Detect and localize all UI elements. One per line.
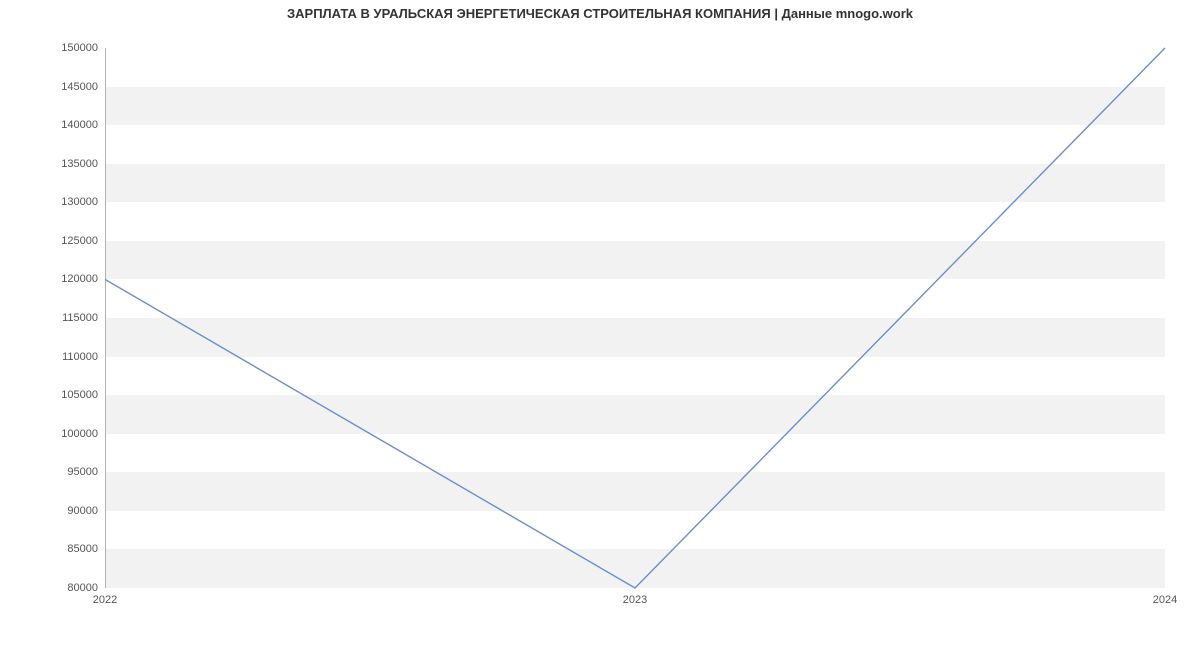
y-tick-label: 105000: [8, 389, 98, 401]
y-tick-label: 130000: [8, 196, 98, 208]
line-series: [105, 48, 1165, 588]
y-tick-label: 145000: [8, 81, 98, 93]
y-tick-label: 95000: [8, 466, 98, 478]
y-tick-label: 135000: [8, 158, 98, 170]
y-tick-label: 110000: [8, 351, 98, 363]
y-tick-label: 140000: [8, 119, 98, 131]
x-tick-label: 2023: [623, 594, 647, 606]
y-tick-label: 115000: [8, 312, 98, 324]
chart-title: ЗАРПЛАТА В УРАЛЬСКАЯ ЭНЕРГЕТИЧЕСКАЯ СТРО…: [0, 6, 1200, 21]
x-tick-label: 2024: [1153, 594, 1177, 606]
y-tick-label: 125000: [8, 235, 98, 247]
y-tick-label: 85000: [8, 543, 98, 555]
y-tick-label: 90000: [8, 505, 98, 517]
chart-container: ЗАРПЛАТА В УРАЛЬСКАЯ ЭНЕРГЕТИЧЕСКАЯ СТРО…: [0, 0, 1200, 650]
x-tick-label: 2022: [93, 594, 117, 606]
y-tick-label: 80000: [8, 582, 98, 594]
y-tick-label: 100000: [8, 428, 98, 440]
y-tick-label: 150000: [8, 42, 98, 54]
y-tick-label: 120000: [8, 273, 98, 285]
plot-area: [105, 48, 1165, 588]
